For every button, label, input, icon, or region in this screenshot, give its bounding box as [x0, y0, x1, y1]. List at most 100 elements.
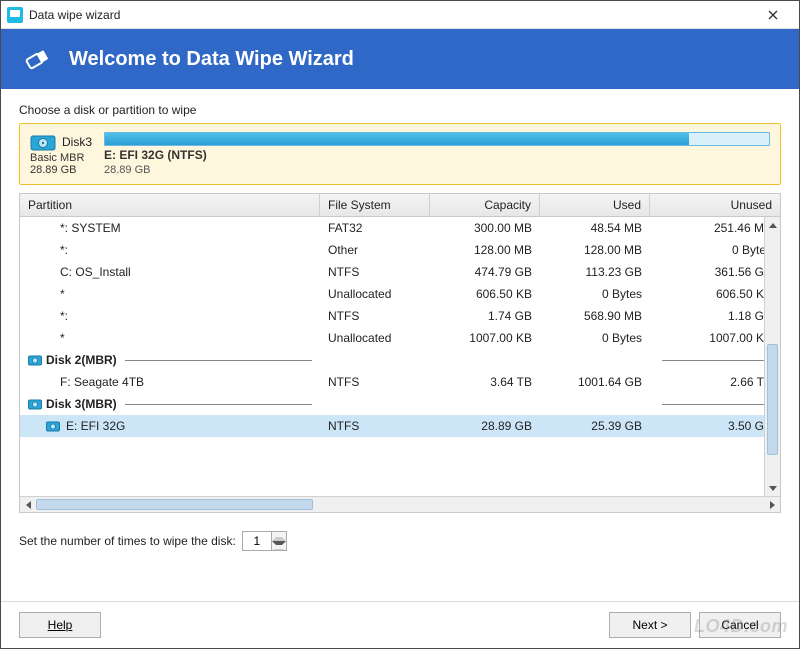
scroll-left-button[interactable] [20, 497, 36, 512]
partition-name: * [20, 287, 320, 301]
group-label: Disk 3(MBR) [46, 397, 117, 411]
partition-name: *: SYSTEM [20, 221, 320, 235]
horizontal-scrollbar[interactable] [20, 496, 780, 512]
close-icon [768, 10, 778, 20]
disk-group-header[interactable]: Disk 3(MBR) [20, 393, 780, 415]
selected-disk-box: Disk3 Basic MBR 28.89 GB E: EFI 32G (NTF… [19, 123, 781, 185]
cell-fs: NTFS [320, 375, 430, 389]
scroll-up-button[interactable] [765, 217, 780, 233]
titlebar: Data wipe wizard [1, 1, 799, 29]
partition-name: *: [20, 243, 320, 257]
cell-unused: 1007.00 KB [650, 331, 780, 345]
chevron-up-icon [272, 532, 286, 541]
wipe-count-label: Set the number of times to wipe the disk… [19, 534, 236, 548]
wipe-count-input[interactable] [243, 532, 271, 550]
cell-used: 113.23 GB [540, 265, 650, 279]
cell-used: 568.90 MB [540, 309, 650, 323]
wipe-count-row: Set the number of times to wipe the disk… [19, 531, 781, 551]
partition-name: F: Seagate 4TB [20, 375, 320, 389]
cell-fs: Unallocated [320, 331, 430, 345]
table-row[interactable]: *:NTFS1.74 GB568.90 MB1.18 GB [20, 305, 780, 327]
table-row[interactable]: F: Seagate 4TBNTFS3.64 TB1001.64 GB2.66 … [20, 371, 780, 393]
cell-fs: FAT32 [320, 221, 430, 235]
disk-icon [46, 420, 60, 432]
banner: Welcome to Data Wipe Wizard [1, 29, 799, 89]
section-label: Choose a disk or partition to wipe [19, 103, 781, 117]
partition-name: C: OS_Install [20, 265, 320, 279]
cell-capacity: 300.00 MB [430, 221, 540, 235]
disk-icon [28, 398, 42, 410]
cell-capacity: 474.79 GB [430, 265, 540, 279]
close-button[interactable] [753, 1, 793, 28]
col-capacity[interactable]: Capacity [430, 194, 540, 216]
col-filesystem[interactable]: File System [320, 194, 430, 216]
cell-unused: 0 Bytes [650, 243, 780, 257]
table-row[interactable]: *: SYSTEMFAT32300.00 MB48.54 MB251.46 MB [20, 217, 780, 239]
hscroll-thumb[interactable] [36, 499, 313, 510]
hscroll-track[interactable] [36, 497, 764, 512]
table-body: *: SYSTEMFAT32300.00 MB48.54 MB251.46 MB… [20, 217, 780, 496]
cell-capacity: 128.00 MB [430, 243, 540, 257]
cell-fs: NTFS [320, 309, 430, 323]
cell-unused: 361.56 GB [650, 265, 780, 279]
col-partition[interactable]: Partition [20, 194, 320, 216]
vscroll-track[interactable] [765, 233, 780, 480]
col-used[interactable]: Used [540, 194, 650, 216]
partition-name: *: [20, 309, 320, 323]
content-area: Choose a disk or partition to wipe Disk3… [1, 89, 799, 601]
cell-fs: NTFS [320, 265, 430, 279]
table-header: Partition File System Capacity Used Unus… [20, 194, 780, 217]
cell-used: 48.54 MB [540, 221, 650, 235]
usage-bar [104, 132, 770, 146]
partition-name: E: EFI 32G [66, 419, 125, 433]
disk-group-header[interactable]: Disk 2(MBR) [20, 349, 780, 371]
vscroll-thumb[interactable] [767, 344, 778, 455]
cell-capacity: 1.74 GB [430, 309, 540, 323]
table-row[interactable]: C: OS_InstallNTFS474.79 GB113.23 GB361.5… [20, 261, 780, 283]
chevron-left-icon [26, 501, 31, 509]
cell-used: 25.39 GB [540, 419, 650, 433]
partition-name: * [20, 331, 320, 345]
spin-down-button[interactable] [272, 541, 286, 550]
footer: Help Next > Cancel [1, 601, 799, 648]
partition-table: Partition File System Capacity Used Unus… [19, 193, 781, 513]
scroll-right-button[interactable] [764, 497, 780, 512]
next-button[interactable]: Next > [609, 612, 691, 638]
spin-up-button[interactable] [272, 532, 286, 541]
chevron-down-icon [272, 541, 286, 550]
cell-unused: 251.46 MB [650, 221, 780, 235]
app-icon [7, 7, 23, 23]
table-row[interactable]: *Unallocated1007.00 KB0 Bytes1007.00 KB [20, 327, 780, 349]
selected-disk-size: 28.89 GB [30, 164, 84, 176]
disk-icon [28, 354, 42, 366]
chevron-up-icon [769, 223, 777, 228]
cell-fs: Other [320, 243, 430, 257]
wipe-count-spinner[interactable] [242, 531, 287, 551]
window-title: Data wipe wizard [29, 8, 753, 22]
table-row[interactable]: *Unallocated606.50 KB0 Bytes606.50 KB [20, 283, 780, 305]
table-row-selected[interactable]: E: EFI 32GNTFS28.89 GB25.39 GB3.50 GB [20, 415, 780, 437]
cell-capacity: 1007.00 KB [430, 331, 540, 345]
help-button-label: Help [48, 618, 73, 632]
cell-used: 1001.64 GB [540, 375, 650, 389]
usage-bar-label: E: EFI 32G (NTFS) [104, 148, 770, 162]
cell-unused: 1.18 GB [650, 309, 780, 323]
cell-used: 128.00 MB [540, 243, 650, 257]
cell-used: 0 Bytes [540, 287, 650, 301]
cell-fs: NTFS [320, 419, 430, 433]
cell-fs: Unallocated [320, 287, 430, 301]
wizard-window: Data wipe wizard Welcome to Data Wipe Wi… [0, 0, 800, 649]
vertical-scrollbar[interactable] [764, 217, 780, 496]
scroll-down-button[interactable] [765, 480, 780, 496]
cell-unused: 3.50 GB [650, 419, 780, 433]
usage-bar-sub: 28.89 GB [104, 164, 770, 176]
table-row[interactable]: *:Other128.00 MB128.00 MB0 Bytes [20, 239, 780, 261]
cancel-button[interactable]: Cancel [699, 612, 781, 638]
col-unused[interactable]: Unused [650, 194, 780, 216]
chevron-down-icon [769, 486, 777, 491]
cell-unused: 606.50 KB [650, 287, 780, 301]
cell-used: 0 Bytes [540, 331, 650, 345]
help-button[interactable]: Help [19, 612, 101, 638]
chevron-right-icon [770, 501, 775, 509]
cell-capacity: 606.50 KB [430, 287, 540, 301]
